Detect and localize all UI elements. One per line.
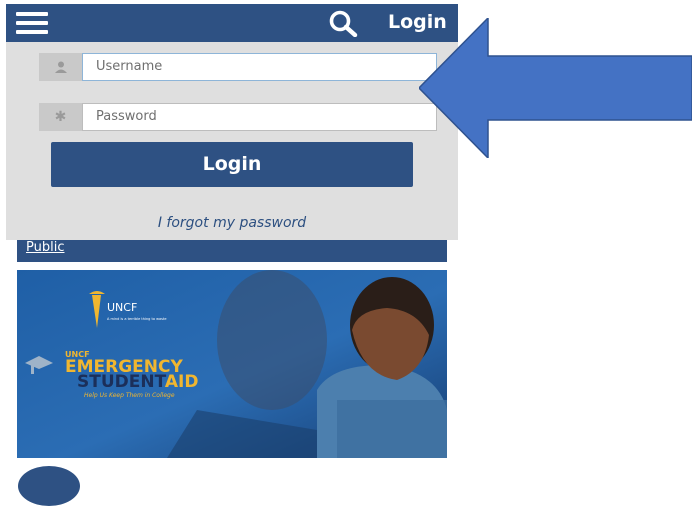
forgot-password-link[interactable]: I forgot my password — [6, 215, 458, 231]
search-icon[interactable] — [328, 9, 358, 37]
svg-text:STUDENTAID: STUDENTAID — [77, 372, 198, 392]
callout-arrow — [419, 18, 692, 158]
banner-image: UNCF A mind is a terrible thing to waste… — [17, 270, 447, 458]
password-field[interactable]: Password — [82, 103, 437, 131]
emergency-aid-banner[interactable]: UNCF A mind is a terrible thing to waste… — [17, 270, 447, 458]
menu-icon[interactable] — [16, 12, 48, 34]
banner-tagline: Help Us Keep Them in College — [84, 392, 175, 399]
username-field[interactable]: Username — [82, 53, 437, 81]
top-navbar: Login — [6, 4, 458, 42]
uncf-logo-text: UNCF — [107, 301, 137, 314]
uncf-motto: A mind is a terrible thing to waste — [107, 317, 166, 321]
key-icon: ✱ — [39, 103, 82, 131]
public-bar: Public — [17, 240, 447, 262]
headline-aid: AID — [165, 372, 199, 392]
login-panel: Username ✱ Password Login I forgot my pa… — [6, 42, 458, 240]
headline-student: STUDENT — [77, 372, 167, 392]
public-link[interactable]: Public — [26, 240, 64, 255]
login-button[interactable]: Login — [51, 142, 413, 187]
avatar — [18, 466, 80, 506]
user-icon — [39, 53, 82, 81]
